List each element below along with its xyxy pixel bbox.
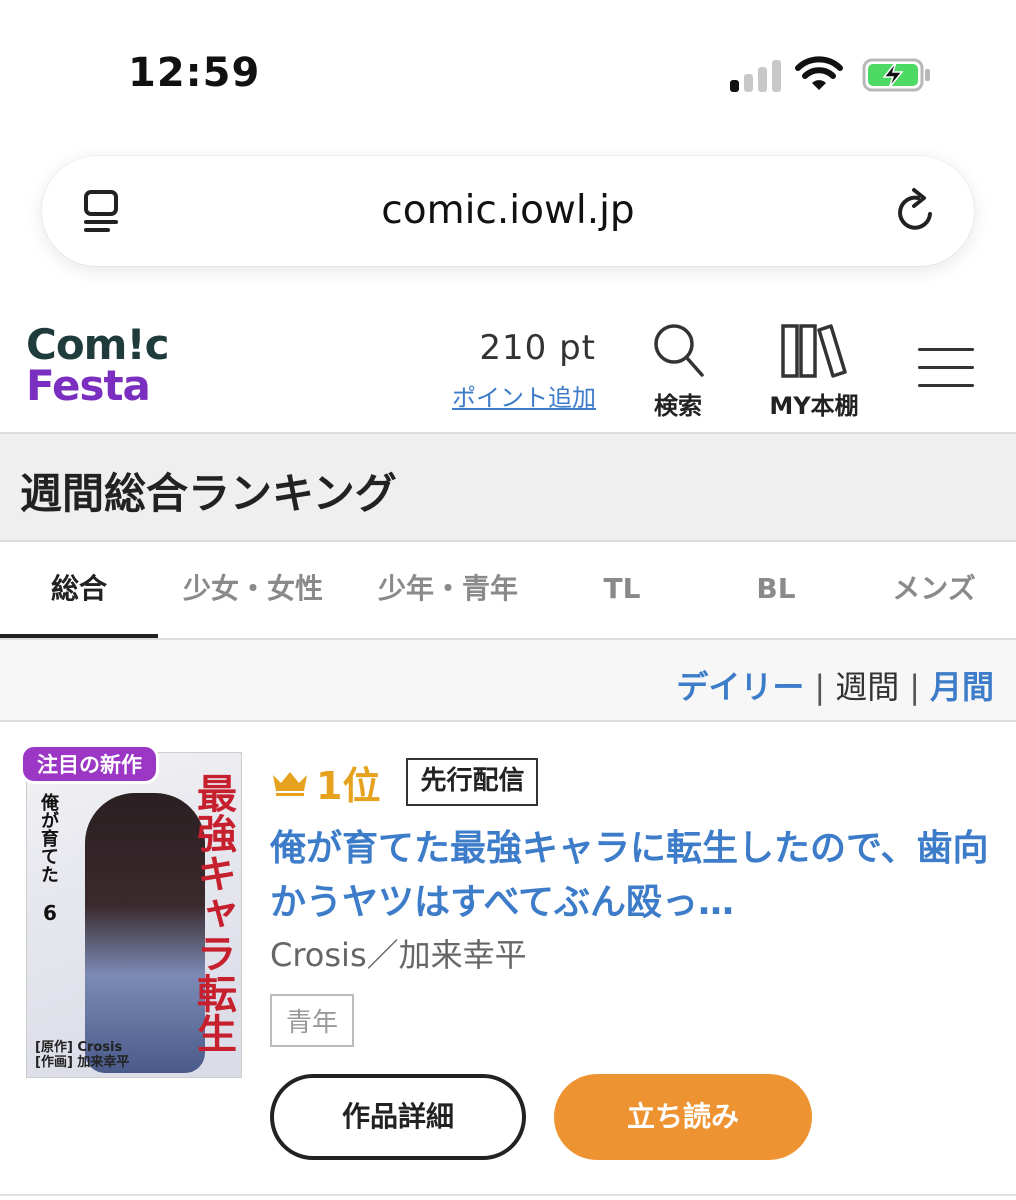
- status-bar: 12:59: [0, 0, 1016, 140]
- bookshelf-label: MY本棚: [769, 392, 859, 420]
- search-button[interactable]: 検索: [640, 320, 716, 421]
- battery-charging-icon: [862, 58, 930, 92]
- new-title-badge: 注目の新作: [20, 744, 159, 784]
- period-weekly-current: 週間: [835, 668, 900, 706]
- crown-icon: [273, 772, 307, 796]
- item-divider: [0, 1194, 1016, 1200]
- add-points-link[interactable]: ポイント追加: [452, 378, 596, 413]
- site-logo[interactable]: Com!c Festa: [26, 320, 176, 414]
- cover-title: 最強キャラ転生: [190, 773, 236, 1053]
- address-bar[interactable]: comic.iowl.jp: [42, 156, 974, 266]
- cellular-signal-icon: [730, 58, 782, 92]
- details-button[interactable]: 作品詳細: [270, 1074, 526, 1160]
- url-text[interactable]: comic.iowl.jp: [42, 188, 974, 233]
- period-monthly-link[interactable]: 月間: [930, 668, 994, 706]
- tab-general[interactable]: 総合: [0, 544, 158, 638]
- logo-line2: Festa: [26, 361, 151, 411]
- preview-read-button[interactable]: 立ち読み: [554, 1074, 812, 1160]
- hamburger-menu-icon[interactable]: [918, 348, 974, 390]
- genre-tag: 青年: [270, 994, 355, 1047]
- site-header: Com!c Festa 210 pt ポイント追加 検索 MY本棚: [0, 300, 1016, 430]
- period-daily-link[interactable]: デイリー: [676, 668, 804, 706]
- cover-credits: [原作] Crosis [作画] 加来幸平: [35, 1040, 129, 1071]
- period-selector: デイリー | 週間 | 月間: [0, 640, 1016, 722]
- search-icon: [654, 324, 704, 377]
- tab-shounen-seinen[interactable]: 少年・青年: [348, 544, 548, 638]
- points-value: 210 pt: [479, 328, 596, 368]
- status-time: 12:59: [128, 50, 261, 96]
- cover-credit-line2: [作画] 加来幸平: [35, 1055, 130, 1071]
- rank-position: 1位: [316, 763, 381, 808]
- period-separator: |: [909, 668, 920, 706]
- reload-icon[interactable]: [892, 186, 940, 236]
- bookshelf-icon: [781, 324, 847, 378]
- cover-credit-line1: [原作] Crosis: [35, 1039, 123, 1055]
- category-tabs: 総合 少女・女性 少年・青年 TL BL メンズ: [0, 544, 1016, 640]
- book-title-link[interactable]: 俺が育てた最強キャラに転生したので、歯向かうヤツはすべてぶん殴っ…: [270, 822, 990, 930]
- period-separator: |: [814, 668, 826, 706]
- book-cover[interactable]: 俺が育てた 最強キャラ転生 6 [原作] Crosis [作画] 加来幸平: [26, 752, 242, 1078]
- tab-bl[interactable]: BL: [696, 544, 856, 638]
- points-box: 210 pt ポイント追加: [430, 328, 596, 413]
- advance-release-tag: 先行配信: [406, 758, 539, 806]
- logo-line1: Com!c: [26, 320, 170, 369]
- book-author: Crosis／加来幸平: [270, 936, 527, 974]
- ranking-item: 俺が育てた 最強キャラ転生 6 [原作] Crosis [作画] 加来幸平 注目…: [0, 724, 1016, 1200]
- page-title: 週間総合ランキング: [20, 469, 397, 518]
- ranking-heading-bar: 週間総合ランキング: [0, 432, 1016, 542]
- search-label: 検索: [654, 392, 702, 420]
- tab-shoujo-josei[interactable]: 少女・女性: [158, 544, 348, 638]
- cover-volume: 6: [43, 901, 57, 925]
- wifi-icon: [795, 56, 843, 90]
- rank-row: 1位 先行配信: [270, 754, 539, 810]
- tab-mens[interactable]: メンズ: [856, 544, 1012, 638]
- tab-tl[interactable]: TL: [548, 544, 696, 638]
- my-bookshelf-button[interactable]: MY本棚: [758, 320, 870, 421]
